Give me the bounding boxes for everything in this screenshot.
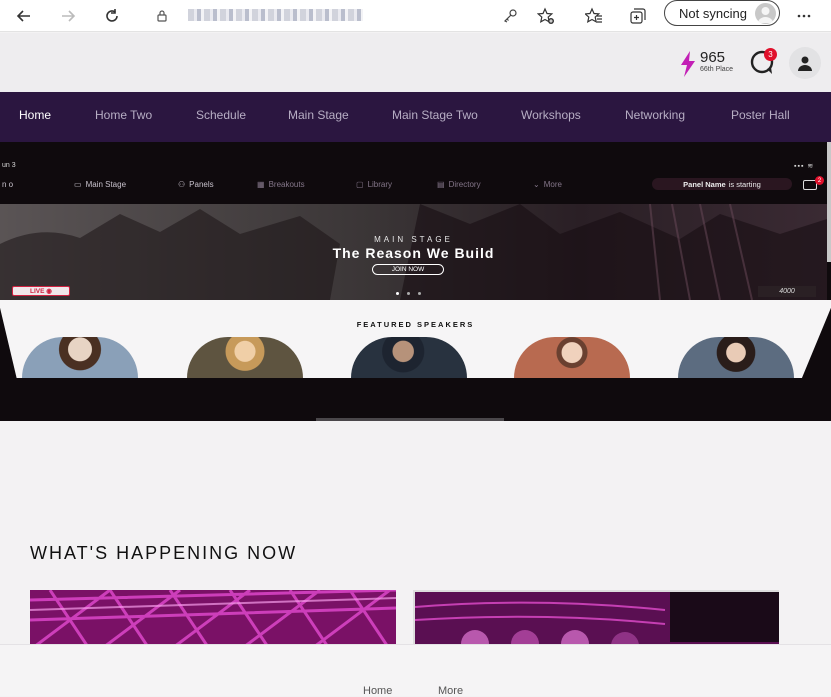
key-icon[interactable] [498, 4, 522, 28]
nav-item-home-two[interactable]: Home Two [95, 108, 152, 122]
more-icon[interactable] [792, 4, 816, 28]
carousel-dot[interactable] [407, 292, 410, 295]
people-icon: ⚇ [178, 180, 186, 189]
alert-badge: 2 [815, 176, 824, 185]
join-now-button[interactable]: JOIN NOW [372, 264, 444, 275]
nav-item-workshops[interactable]: Workshops [521, 108, 581, 122]
speaker-avatar[interactable] [678, 337, 794, 378]
main-stage-banner[interactable]: MAIN STAGE The Reason We Build JOIN NOW … [0, 204, 827, 300]
add-favorite-icon[interactable] [534, 4, 558, 28]
preview-status-left: n o [2, 180, 14, 189]
mixing-console-image [415, 592, 779, 650]
preview-nav-directory[interactable]: ▤ Directory [437, 180, 481, 189]
preview-nav-more[interactable]: ⌄ More [533, 180, 562, 189]
speaker-avatar[interactable] [187, 337, 303, 378]
preview-nav-label: Breakouts [268, 180, 305, 189]
app-header: 965 66th Place 3 [0, 33, 831, 92]
avatar [755, 3, 776, 24]
viewer-count: 4000 [758, 286, 816, 297]
preview-nav-library[interactable]: ▢ Library [356, 180, 392, 189]
nav-item-home[interactable]: Home [19, 108, 51, 122]
banner-eyebrow: MAIN STAGE [374, 235, 453, 244]
carousel-dot[interactable] [418, 292, 421, 295]
bottom-nav: Home More [0, 644, 831, 697]
session-card[interactable] [413, 590, 779, 650]
bottom-nav-more[interactable]: More [438, 685, 463, 697]
preview-nav-label: Library [367, 180, 393, 189]
points-widget[interactable]: 965 66th Place [680, 49, 742, 79]
notification-badge: 3 [764, 48, 777, 61]
bottom-nav-home[interactable]: Home [363, 685, 392, 697]
nav-item-poster-hall[interactable]: Poster Hall [731, 108, 790, 122]
hero-preview: un 3 ▪▪▪ ≋ n o ▭ Main Stage ⚇ Panels ▦ Brea… [0, 142, 831, 421]
preview-nav-breakouts[interactable]: ▦ Breakouts [257, 180, 305, 189]
browser-toolbar: Not syncing [0, 0, 831, 32]
banner-title: The Reason We Build [332, 245, 495, 261]
lightning-icon [681, 51, 695, 77]
back-arrow-icon[interactable] [12, 4, 36, 28]
featured-speakers: FEATURED SPEAKERS [0, 300, 831, 378]
carousel-dot[interactable] [396, 292, 399, 295]
collections-icon[interactable] [626, 4, 650, 28]
page-scrollbar[interactable] [827, 142, 831, 262]
book-icon: ▢ [356, 180, 364, 189]
speaker-avatar[interactable] [514, 337, 630, 378]
video-icon: ▭ [74, 180, 82, 189]
panel-alert-text: is starting [728, 179, 761, 189]
speaker-avatar[interactable] [22, 337, 138, 378]
signal-icon: ▪▪▪ ≋ [794, 163, 815, 170]
lock-icon[interactable] [150, 4, 174, 28]
preview-nav-label: Panels [189, 180, 214, 189]
session-card[interactable] [30, 590, 396, 650]
record-icon: ◉ [46, 288, 52, 295]
sync-button[interactable]: Not syncing [664, 0, 780, 26]
preview-nav-panels[interactable]: ⚇ Panels [178, 180, 214, 189]
preview-nav-main-stage[interactable]: ▭ Main Stage [74, 180, 126, 189]
url-text [188, 9, 363, 21]
sync-label: Not syncing [679, 5, 747, 21]
preview-scroll-thumb[interactable] [316, 418, 504, 421]
favorites-icon[interactable] [582, 4, 606, 28]
chevron-down-icon: ⌄ [533, 180, 540, 189]
profile-avatar[interactable] [789, 47, 821, 79]
stage-truss-image [30, 590, 396, 650]
speakers-heading: FEATURED SPEAKERS [356, 320, 475, 329]
live-badge: LIVE ◉ [12, 286, 70, 296]
preview-nav-label: Directory [448, 180, 481, 189]
nav-item-schedule[interactable]: Schedule [196, 108, 246, 122]
panel-alert[interactable]: Panel Name is starting [652, 178, 792, 190]
user-icon [798, 56, 812, 71]
status-date: un 3 [2, 162, 16, 169]
nav-item-networking[interactable]: Networking [625, 108, 685, 122]
panel-alert-name: Panel Name [683, 179, 726, 189]
nav-item-main-stage[interactable]: Main Stage [288, 108, 349, 122]
points-rank: 66th Place [700, 66, 734, 73]
main-nav: Home Home Two Schedule Main Stage Main S… [0, 92, 831, 142]
grid-icon: ▦ [257, 180, 265, 189]
speaker-avatar[interactable] [351, 337, 467, 378]
refresh-icon[interactable] [100, 4, 124, 28]
live-label: LIVE [30, 287, 45, 295]
preview-nav-label: More [543, 180, 562, 189]
forward-arrow-icon[interactable] [56, 4, 80, 28]
points-value: 965 [700, 49, 726, 66]
section-title: WHAT'S HAPPENING NOW [30, 543, 298, 563]
preview-nav-label: Main Stage [85, 180, 127, 189]
nav-item-main-stage-two[interactable]: Main Stage Two [392, 108, 478, 122]
directory-icon: ▤ [437, 180, 445, 189]
